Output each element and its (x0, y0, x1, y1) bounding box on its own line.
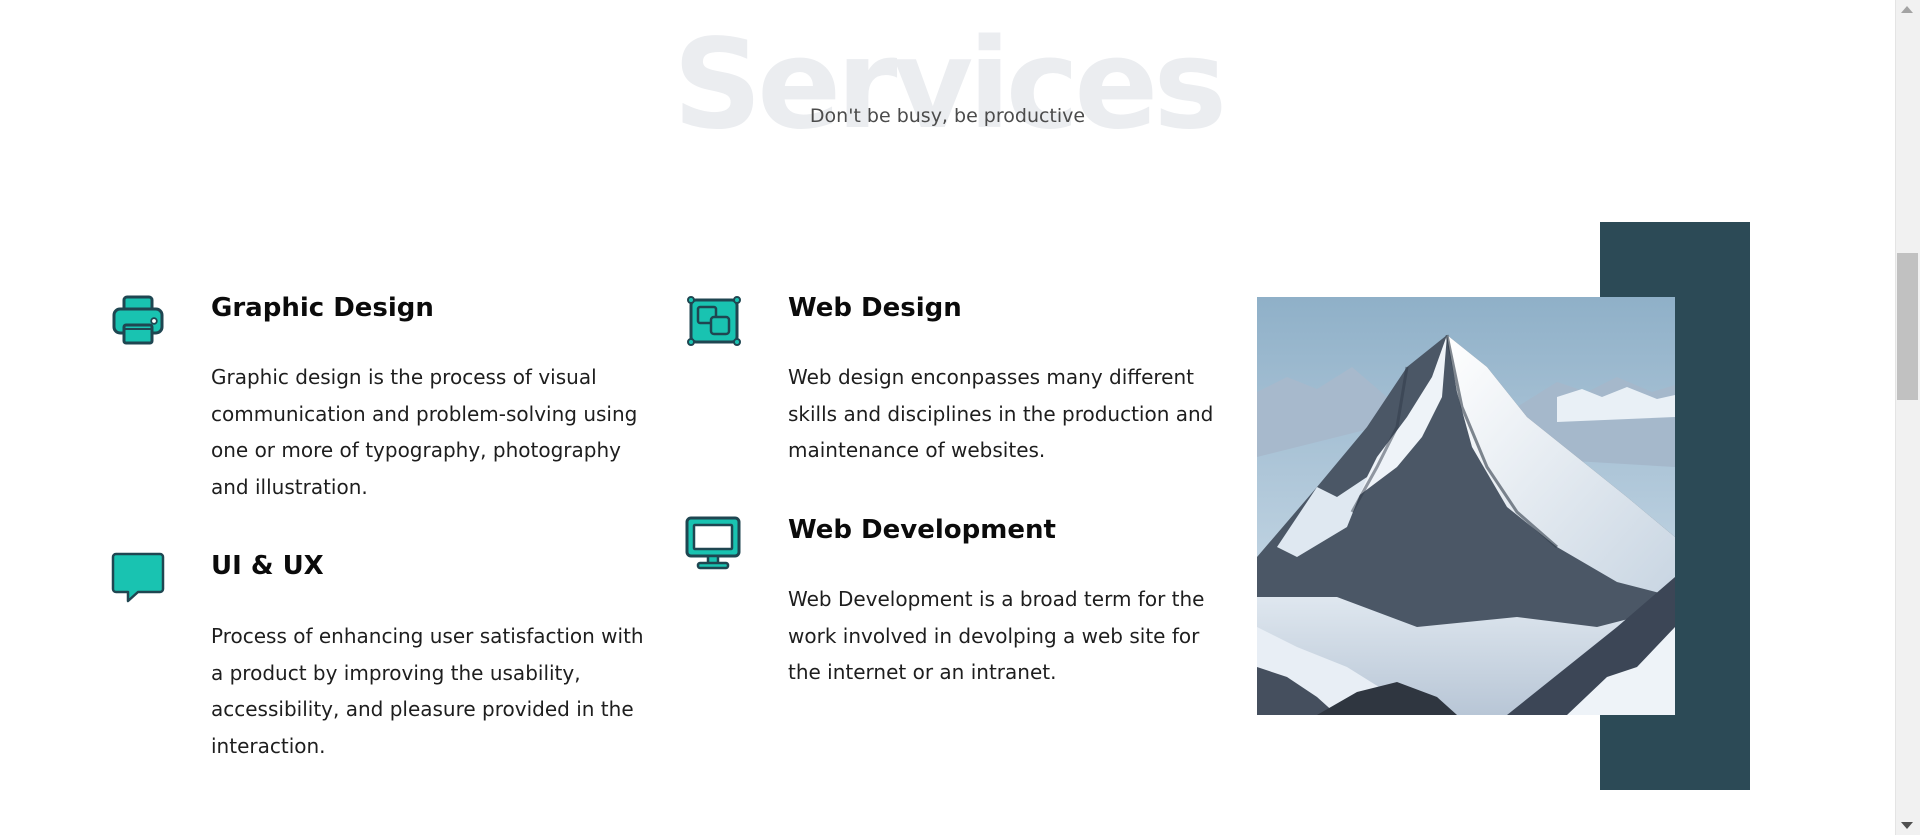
design-frame-icon (686, 295, 742, 351)
service-description: Process of enhancing user satisfaction w… (211, 624, 644, 759)
service-title: Web Development (788, 515, 1056, 545)
service-title: Web Design (788, 293, 962, 323)
snowy-mountain-photo (1257, 297, 1675, 715)
service-title: UI & UX (211, 551, 324, 581)
service-description: Web Development is a broad term for the … (788, 587, 1205, 685)
scroll-up-arrow-icon[interactable] (1901, 6, 1913, 13)
scroll-down-arrow-icon[interactable] (1901, 822, 1913, 829)
monitor-icon (684, 515, 742, 571)
services-section: Services Don't be busy, be productive Gr… (0, 0, 1920, 835)
scrollbar-thumb[interactable] (1897, 253, 1918, 400)
service-description: Web design enconpasses many different sk… (788, 365, 1214, 463)
chat-bubble-icon (110, 549, 166, 605)
service-title: Graphic Design (211, 293, 434, 323)
printer-icon (110, 292, 166, 348)
service-description: Graphic design is the process of visual … (211, 365, 638, 500)
section-background-title: Services (672, 13, 1227, 157)
section-subtitle: Don't be busy, be productive (809, 105, 1086, 127)
vertical-scrollbar[interactable] (1895, 0, 1920, 835)
